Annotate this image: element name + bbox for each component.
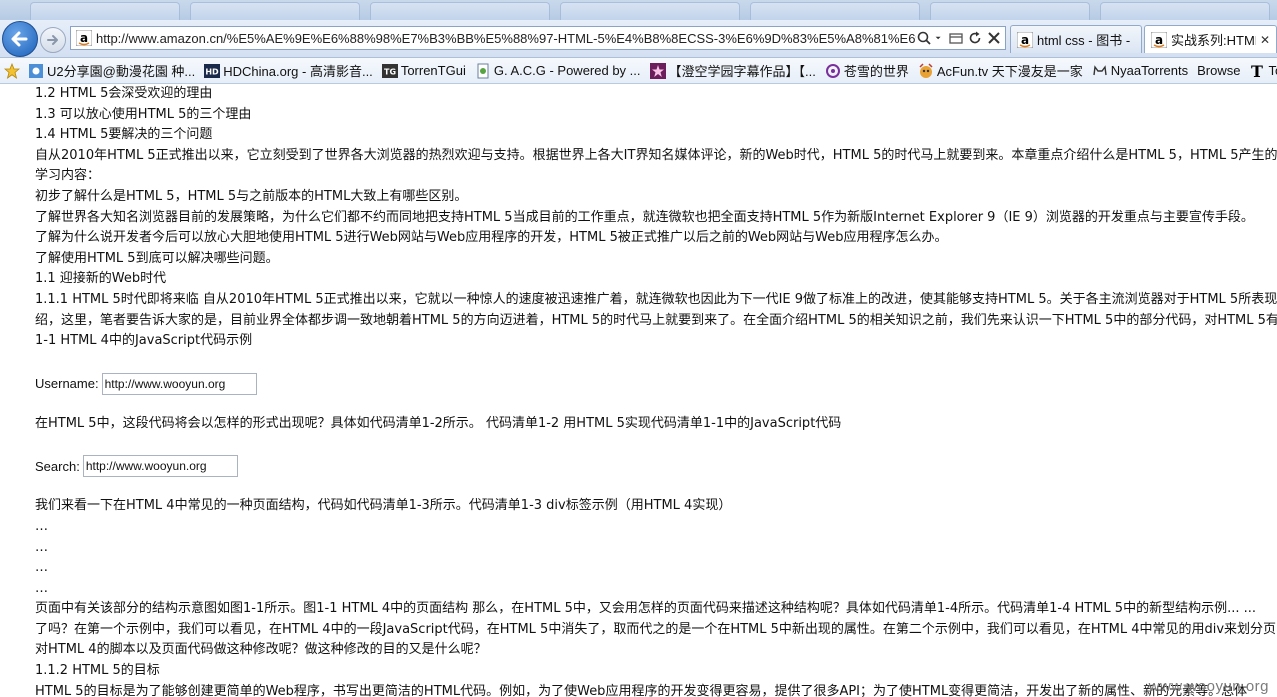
t-icon: T [1252,63,1264,79]
code-listing-caption: 在HTML 5中，这段代码将会以怎样的形式出现呢？具体如代码清单1-2所示。 代… [35,415,842,431]
tab-label: 实战系列:HTML [1171,33,1256,48]
back-arrow-icon [11,31,28,47]
svg-text:a: a [1021,33,1029,47]
favorites-bar: U2分享園@動漫花園 种... HD HDChina.org - 高清影音...… [0,58,1277,84]
username-input[interactable] [101,372,257,395]
svg-text:a: a [1155,33,1163,47]
close-tab-icon[interactable]: ✕ [1260,33,1270,47]
text-line: … [35,539,48,555]
bookmark-acg[interactable]: G. A.C.G - Powered by ... [475,63,641,79]
text-line: 自从2010年HTML 5正式推出以来，它立刻受到了世界各大浏览器的热烈欢迎与支… [35,147,1277,163]
bookmark-hdchina[interactable]: HD HDChina.org - 高清影音... [204,61,373,80]
bookmark-toky[interactable]: T Toky [1249,63,1277,79]
page-content: 1.2 HTML 5会深受欢迎的理由 1.3 可以放心使用HTML 5的三个理由 1… [35,84,1277,697]
acfun-icon [919,62,933,78]
address-bar[interactable]: a http://www.amazon.cn/%E5%AE%9E%E6%88%9… [70,26,1006,50]
star-icon [649,62,666,79]
background-window-strip [0,0,1277,20]
svg-text:a: a [80,31,88,45]
text-line: 了解世界各大知名浏览器目前的发展策略，为什么它们都不约而同地把支持HTML 5当… [35,209,1254,225]
dropdown-arrow-icon[interactable] [935,30,945,46]
navigation-bar: a http://www.amazon.cn/%E5%AE%9E%E6%88%9… [0,20,1277,58]
text-line: 我们来看一下在HTML 4中常见的一种页面结构，代码如代码清单1-3所示。代码清… [35,498,732,514]
back-button[interactable] [2,21,38,57]
refresh-icon[interactable] [967,30,983,46]
stop-icon[interactable] [986,30,1002,46]
text-line: 1.1 迎接新的Web时代 [35,271,167,287]
svg-text:T: T [1252,63,1264,79]
favorites-star-icon[interactable] [4,62,20,79]
forward-button[interactable] [40,27,66,53]
tab-shizhan-html5[interactable]: a 实战系列:HTML ✕ [1144,25,1277,53]
wooyun-watermark: www.wooyun.org [1148,678,1269,695]
amazon-favicon-icon: a [76,30,92,46]
page-icon [477,63,489,78]
bookmark-u2[interactable]: U2分享園@動漫花園 种... [28,61,195,80]
text-line: 绍，这里，笔者要告诉大家的是，目前业界全体都步调一致地朝着HTML 5的方向迈进… [35,312,1277,328]
text-line: … [35,560,48,576]
text-line: HTML 5的目标是为了能够创建更简单的Web程序，书写出更简洁的HTML代码。… [35,683,1248,697]
text-line: 了解为什么说开发者今后可以放心大胆地使用HTML 5进行Web网站与Web应用程… [35,230,948,246]
search-input[interactable] [82,455,238,478]
tab-html-css-books[interactable]: a html css - 图书 - [1010,25,1142,53]
bookmark-torrentgui[interactable]: TG TorrenTGui [381,63,466,79]
search-label: Search: [35,458,80,474]
bookmark-browse[interactable]: Browse [1197,63,1240,78]
hd-icon: HD [204,63,221,78]
text-line: 1.3 可以放心使用HTML 5的三个理由 [35,106,252,122]
text-line: 了吗？在第一个示例中，我们可以看见，在HTML 4中的一段JavaScript代… [35,621,1277,637]
text-line: 页面中有关该部分的结构示意图如图1-1所示。图1-1 HTML 4中的页面结构 … [35,601,1256,617]
structure-text-block: 我们来看一下在HTML 4中常见的一种页面结构，代码如代码清单1-3所示。代码清… [35,496,1277,697]
text-line: 1.1.2 HTML 5的目标 [35,663,160,679]
svg-text:TG: TG [384,67,396,76]
svg-text:HD: HD [206,67,220,76]
text-line: … [35,580,48,596]
text-line: 1-1 HTML 4中的JavaScript代码示例 [35,333,253,349]
compatibility-view-icon[interactable] [948,30,964,46]
search-icon[interactable] [916,30,932,46]
username-label: Username: [35,376,99,392]
username-row: Username: [35,372,1277,396]
text-line: 1.2 HTML 5会深受欢迎的理由 [35,86,213,101]
forward-arrow-icon [47,35,58,45]
intro-text-block: 1.2 HTML 5会深受欢迎的理由 1.3 可以放心使用HTML 5的三个理由 1… [35,84,1277,352]
amazon-favicon-icon: a [1017,31,1033,48]
text-line: 初步了解什么是HTML 5，HTML 5与之前版本的HTML大致上有哪些区别。 [35,188,468,204]
text-line: … [35,518,48,534]
flower-icon [29,63,43,78]
bookmark-kamigami[interactable]: 【澄空学园字幕作品】【... [649,61,816,80]
cat-icon [1093,64,1107,75]
bookmark-acfun[interactable]: AcFun.tv 天下漫友是一家 [918,61,1083,80]
swirl-icon [825,63,840,78]
tg-icon: TG [381,63,398,78]
text-line: 了解使用HTML 5到底可以解决哪些问题。 [35,250,279,266]
search-row: Search: [35,454,1277,478]
bookmark-nyaatorrents[interactable]: NyaaTorrents [1092,63,1188,79]
tab-label: html css - 图书 - [1037,33,1131,48]
url-text[interactable]: http://www.amazon.cn/%E5%AE%9E%E6%88%98%… [96,31,916,46]
text-line: 学习内容： [35,168,101,184]
bookmark-cangxue[interactable]: 苍雪的世界 [825,61,909,80]
text-line: 1.1.1 HTML 5时代即将来临 自从2010年HTML 5正式推出以来，它… [35,291,1277,307]
text-line: 1.4 HTML 5要解决的三个问题 [35,127,213,143]
amazon-favicon-icon: a [1151,31,1167,48]
text-line: 对HTML 4的脚本以及页面代码做这种修改呢？做这种修改的目的又是什么呢？ [35,642,487,658]
